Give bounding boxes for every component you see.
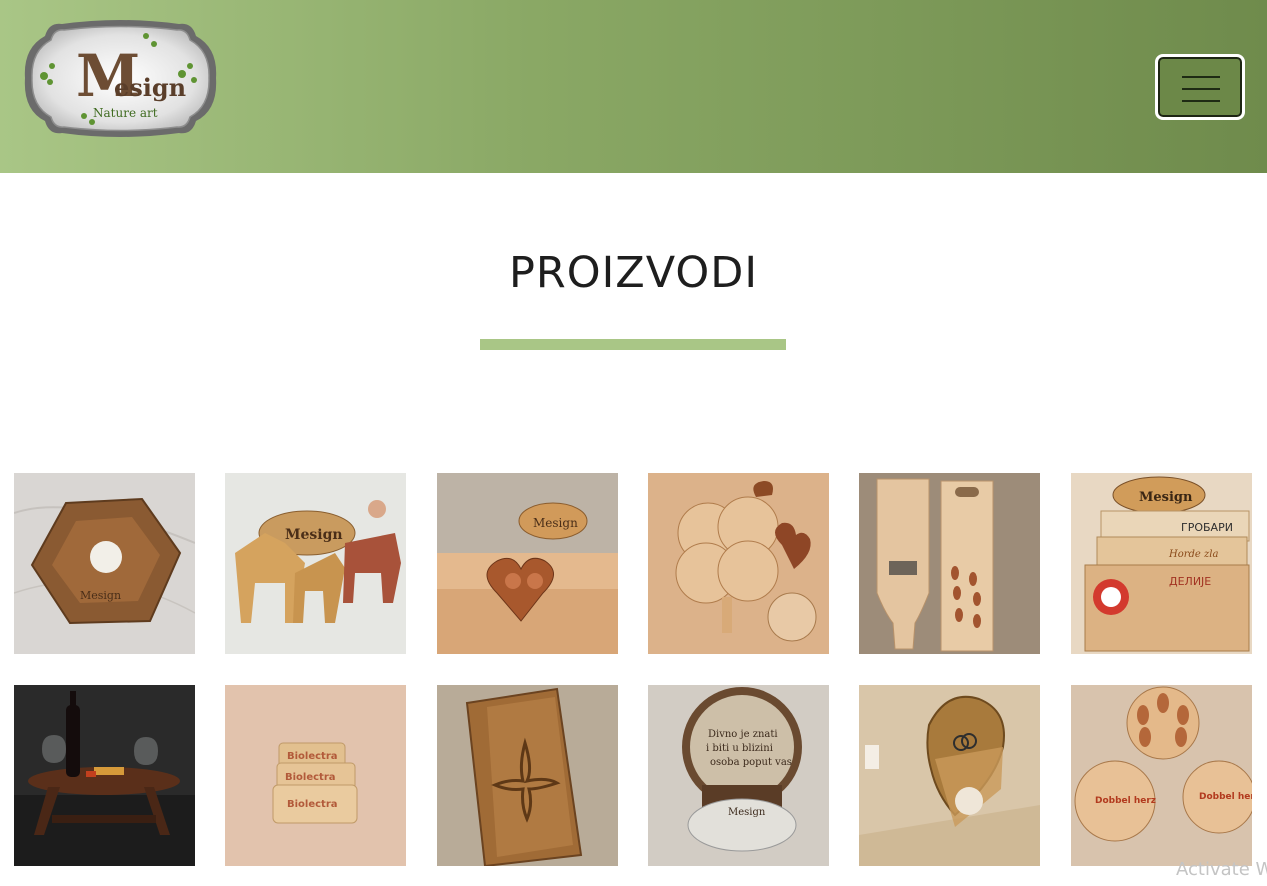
product-horse-puzzle[interactable]: Mesign <box>225 473 406 654</box>
title-underline <box>480 339 786 350</box>
svg-text:Nature art: Nature art <box>93 106 158 120</box>
svg-text:Biolectra: Biolectra <box>287 799 338 810</box>
svg-text:Biolectra: Biolectra <box>287 751 338 762</box>
product-wine-table[interactable] <box>14 685 195 866</box>
svg-text:Dobbel herz: Dobbel herz <box>1199 792 1252 802</box>
svg-text:Mesign: Mesign <box>1139 490 1193 505</box>
svg-text:Horde zla: Horde zla <box>1168 549 1218 560</box>
product-cross-box[interactable] <box>437 685 618 866</box>
hamburger-menu-icon[interactable] <box>1155 54 1245 120</box>
product-heart-tray[interactable]: Mesign <box>437 473 618 654</box>
product-clover-board[interactable] <box>648 473 829 654</box>
product-ashtray[interactable]: Mesign <box>14 473 195 654</box>
svg-text:i biti u blizini: i biti u blizini <box>706 743 773 754</box>
product-cutting-boards[interactable] <box>859 473 1040 654</box>
os-activation-watermark: Activate W <box>1176 859 1267 880</box>
svg-text:ДЕЛИЈЕ: ДЕЛИЈЕ <box>1169 575 1211 588</box>
svg-text:Dobbel herz: Dobbel herz <box>1095 796 1156 806</box>
svg-text:Divno je znati: Divno je znati <box>708 729 778 740</box>
menu-bar <box>1182 100 1220 102</box>
svg-text:Mesign: Mesign <box>80 589 121 602</box>
svg-text:osoba poput vas: osoba poput vas <box>710 757 792 768</box>
menu-bar <box>1182 76 1220 78</box>
svg-text:esign: esign <box>114 73 186 102</box>
svg-text:Mesign: Mesign <box>285 527 343 543</box>
product-engraved-boards[interactable]: Mesign ГРОБАРИ Horde zla ДЕЛИЈЕ <box>1071 473 1252 654</box>
menu-bar <box>1182 88 1220 90</box>
product-round-boxes[interactable]: Dobbel herz Dobbel herz <box>1071 685 1252 866</box>
page-title: PROIZVODI <box>508 248 759 298</box>
product-heart-box[interactable] <box>859 685 1040 866</box>
svg-text:ГРОБАРИ: ГРОБАРИ <box>1181 521 1233 534</box>
svg-text:Mesign: Mesign <box>533 516 578 530</box>
site-logo[interactable]: M esign Nature art <box>22 18 219 139</box>
product-usb-blocks[interactable]: Biolectra Biolectra Biolectra <box>225 685 406 866</box>
svg-text:Biolectra: Biolectra <box>285 772 336 783</box>
svg-text:Mesign: Mesign <box>728 807 766 818</box>
site-header: M esign Nature art <box>0 0 1267 173</box>
product-coaster-set[interactable]: Divno je znati i biti u blizini osoba po… <box>648 685 829 866</box>
